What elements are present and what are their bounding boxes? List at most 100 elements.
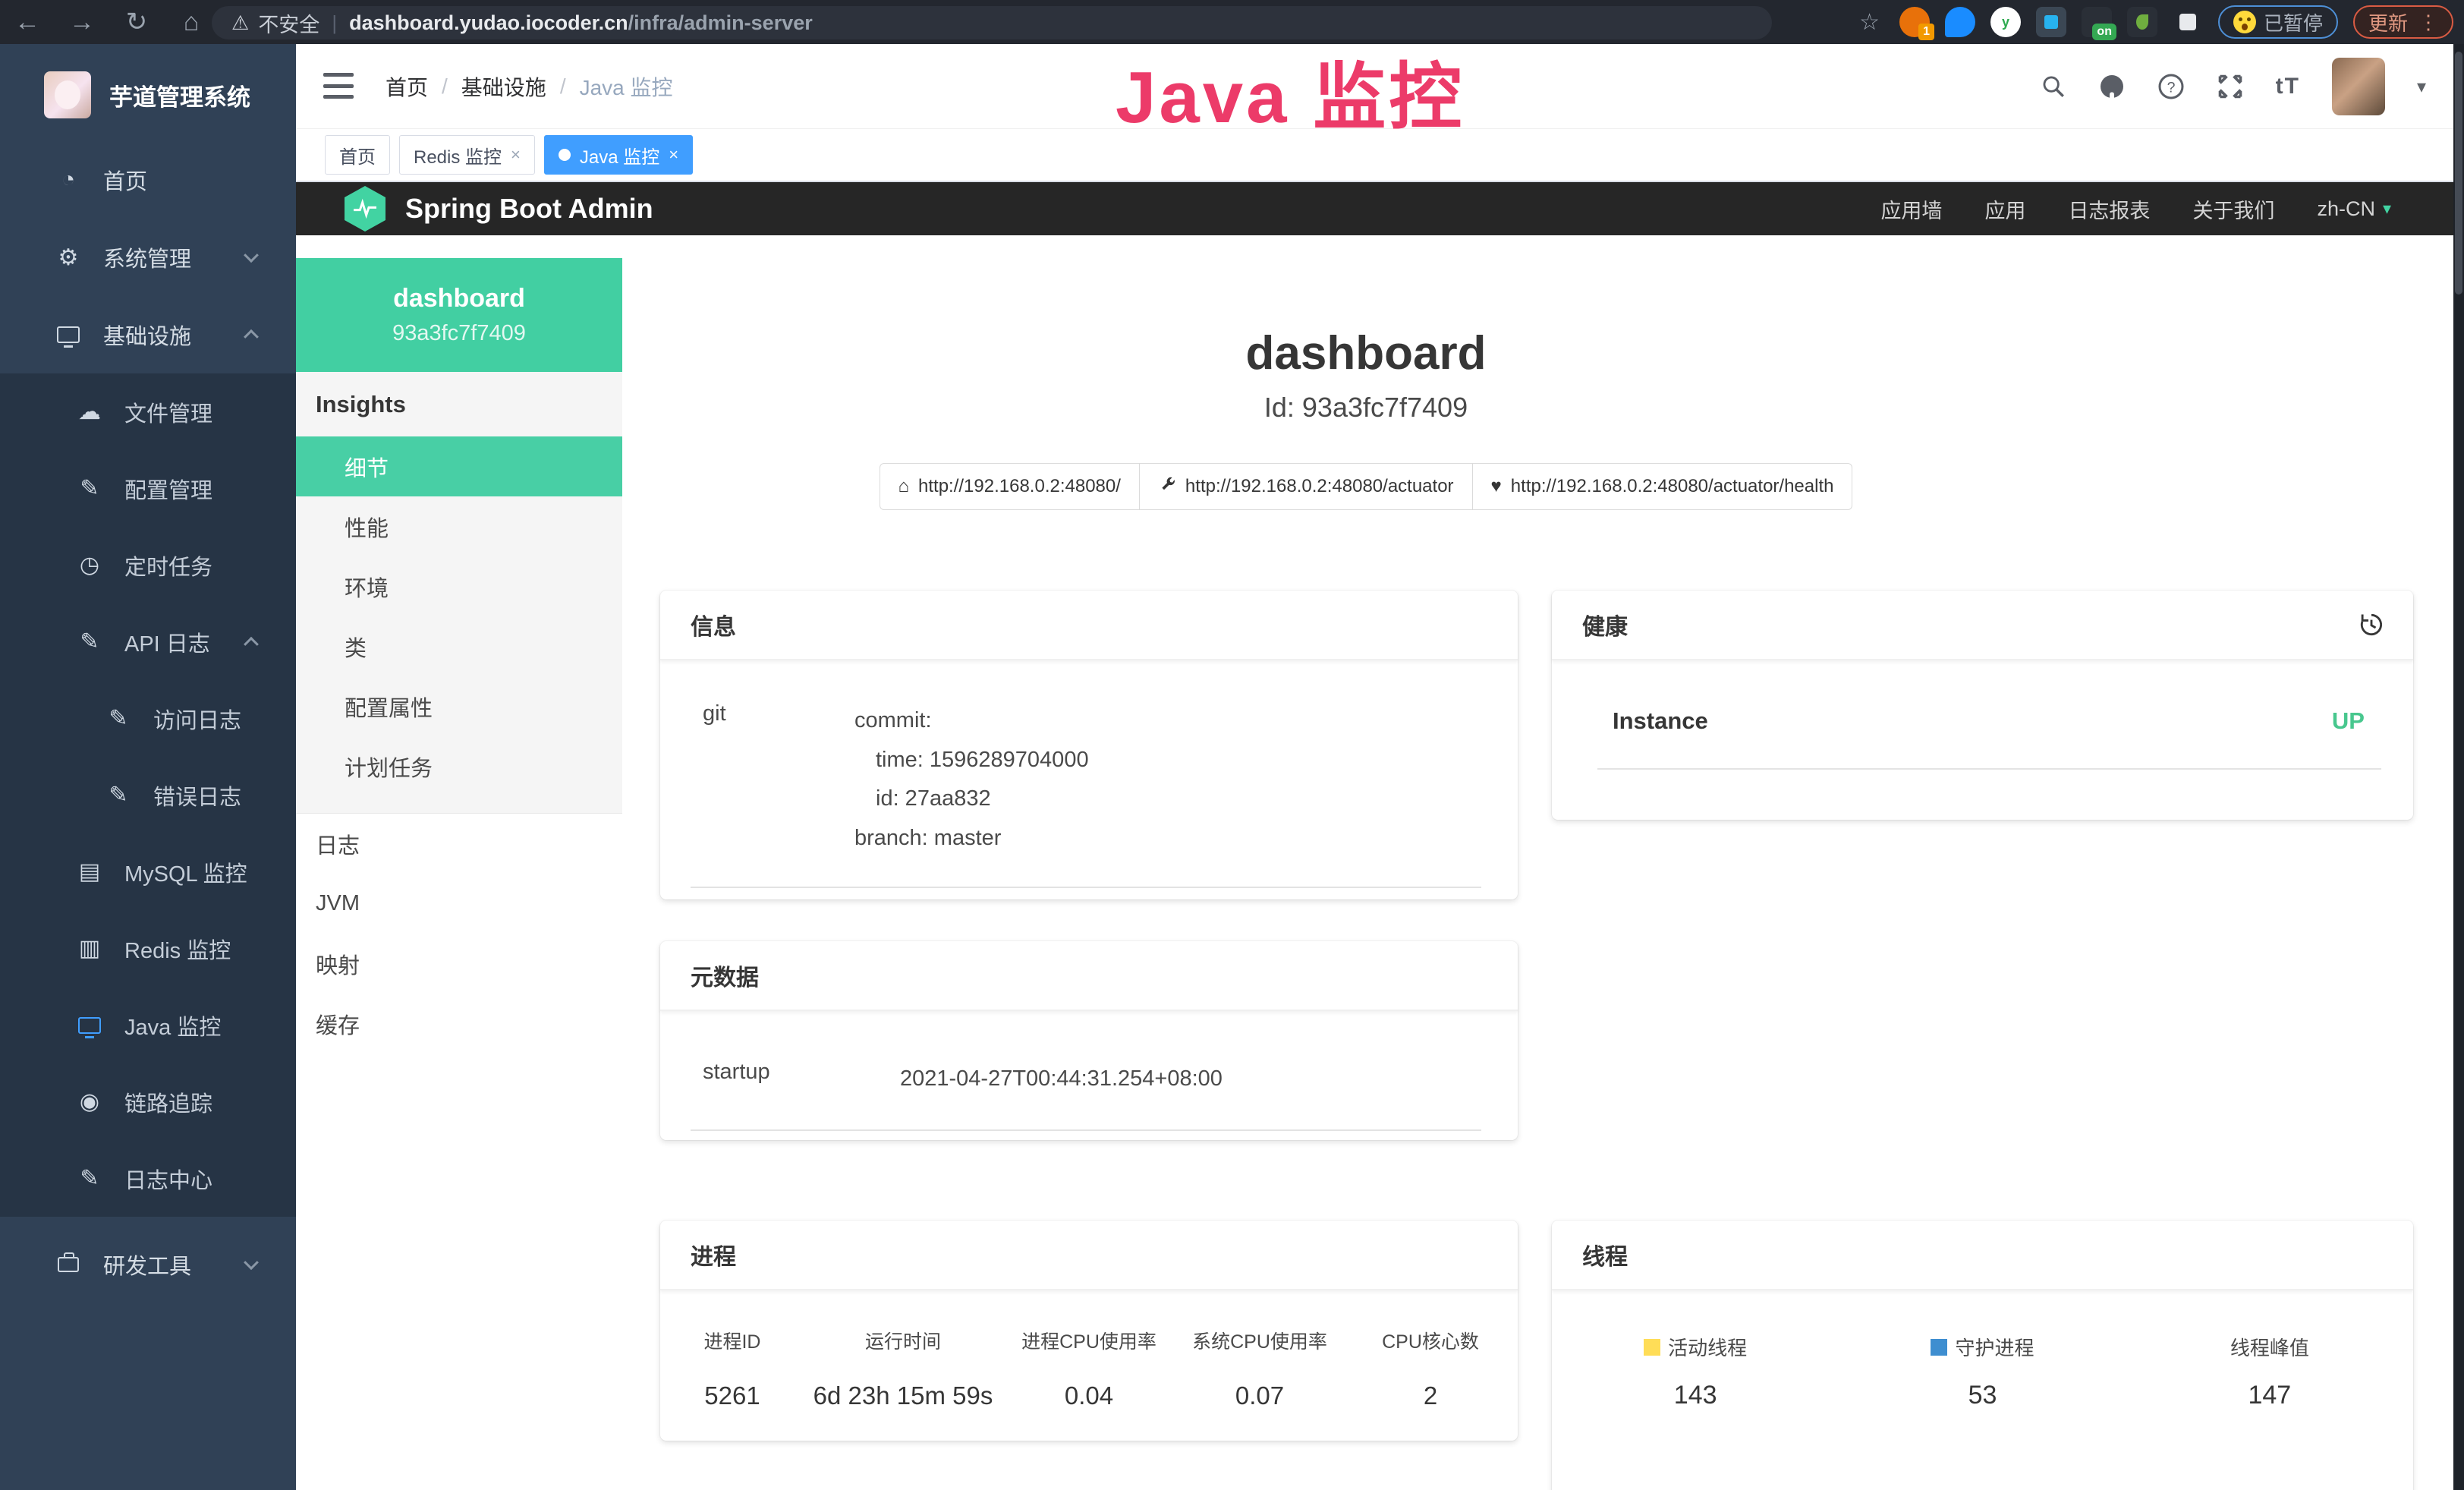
sidebar-item-home[interactable]: ◔ 首页 xyxy=(0,141,296,219)
sidebar-item-label: 链路追踪 xyxy=(124,1086,212,1118)
breadcrumb-home[interactable]: 首页 xyxy=(385,71,428,102)
browser-home-icon[interactable]: ⌂ xyxy=(164,8,219,37)
sba-logo-icon[interactable] xyxy=(345,186,385,232)
tab-redis-monitor[interactable]: Redis 监控 × xyxy=(399,135,535,175)
info-value: commit: time: 1596289704000 id: 27aa832 … xyxy=(854,701,1089,858)
extensions-puzzle-icon[interactable] xyxy=(2173,7,2203,37)
sba-menu-config-props[interactable]: 配置属性 xyxy=(296,676,622,736)
sidebar-item-java-monitor[interactable]: Java 监控 xyxy=(0,987,296,1063)
sidebar-item-files[interactable]: ☁ 文件管理 xyxy=(0,373,296,450)
sba-nav-applications[interactable]: 应用 xyxy=(1984,194,2025,224)
sba-menu-details[interactable]: 细节 xyxy=(296,436,622,496)
sba-menu-caches[interactable]: 缓存 xyxy=(296,994,622,1054)
legend-value: 147 xyxy=(2248,1381,2291,1410)
sidebar-item-infra[interactable]: 基础设施 xyxy=(0,296,296,373)
hamburger-icon[interactable] xyxy=(323,73,354,99)
user-avatar[interactable] xyxy=(2332,58,2385,115)
page-title: dashboard xyxy=(622,326,2110,380)
breadcrumb: 首页 / 基础设施 / Java 监控 xyxy=(385,44,673,129)
language-caret-icon: ▾ xyxy=(2383,199,2391,219)
eye-icon: ◉ xyxy=(76,1088,103,1115)
legend-square-active-threads xyxy=(1644,1339,1660,1356)
back-icon[interactable]: ← xyxy=(0,8,55,37)
address-bar[interactable]: ⚠ 不安全 | dashboard.yudao.iocoder.cn/infra… xyxy=(212,6,1772,39)
process-col-header: 进程CPU使用率 xyxy=(1002,1327,1176,1354)
search-icon[interactable] xyxy=(2041,74,2066,99)
forward-icon[interactable]: → xyxy=(55,8,109,37)
docs-help-icon[interactable]: ? xyxy=(2157,73,2185,100)
sidebar-item-tracing[interactable]: ◉ 链路追踪 xyxy=(0,1063,296,1140)
breadcrumb-infra[interactable]: 基础设施 xyxy=(461,71,546,102)
endpoint-url: http://192.168.0.2:48080/actuator/health xyxy=(1511,476,1834,497)
sba-nav-about[interactable]: 关于我们 xyxy=(2192,194,2274,224)
sba-brand[interactable]: Spring Boot Admin xyxy=(405,193,653,225)
chevron-down-icon xyxy=(244,247,259,263)
sidebar-item-redis[interactable]: ▥ Redis 监控 xyxy=(0,910,296,987)
tab-label: 首页 xyxy=(339,142,376,169)
chrome-update-button[interactable]: 更新 ⋮ xyxy=(2353,5,2453,39)
kebab-menu-icon[interactable]: ⋮ xyxy=(2418,11,2438,34)
endpoint-buttons: ⌂ http://192.168.0.2:48080/ http://192.1… xyxy=(622,463,2110,510)
sba-nav-journal[interactable]: 日志报表 xyxy=(2068,194,2150,224)
instance-id: 93a3fc7f7409 xyxy=(392,321,526,346)
sidebar-item-api-log[interactable]: ✎ API 日志 xyxy=(0,603,296,680)
divider xyxy=(691,887,1481,888)
sidebar-item-jobs[interactable]: ◷ 定时任务 xyxy=(0,527,296,603)
extension-grid-icon[interactable] xyxy=(2036,7,2066,37)
fullscreen-icon[interactable] xyxy=(2217,73,2244,100)
extension-on-icon[interactable]: on xyxy=(2082,7,2112,37)
scrollbar-thumb[interactable] xyxy=(2455,52,2462,295)
info-line: commit: xyxy=(854,701,1089,741)
extension-leaf-icon[interactable] xyxy=(2127,7,2157,37)
sba-nav-wallboard[interactable]: 应用墙 xyxy=(1880,194,1942,224)
url-path: /infra/admin-server xyxy=(628,11,813,35)
sba-menu-logs[interactable]: 日志 xyxy=(296,814,622,874)
sidebar-item-access-log[interactable]: ✎ 访问日志 xyxy=(0,680,296,757)
reload-icon[interactable]: ↻ xyxy=(109,7,164,37)
process-col-value: 0.07 xyxy=(1176,1381,1343,1410)
bookmark-star-icon[interactable]: ☆ xyxy=(1859,9,1880,36)
active-dot-icon xyxy=(559,149,571,161)
edit-icon: ✎ xyxy=(76,475,103,502)
sidebar-item-log-center[interactable]: ✎ 日志中心 xyxy=(0,1140,296,1217)
scrollbar[interactable] xyxy=(2453,44,2464,1490)
font-size-icon[interactable]: tT xyxy=(2276,74,2300,99)
breadcrumb-current: Java 监控 xyxy=(580,71,673,102)
database-icon: ▤ xyxy=(76,858,103,885)
tab-close-icon[interactable]: × xyxy=(511,145,521,165)
extension-pin-icon[interactable] xyxy=(1945,7,1975,37)
endpoint-home-button[interactable]: ⌂ http://192.168.0.2:48080/ xyxy=(880,463,1140,510)
tab-home[interactable]: 首页 xyxy=(325,135,390,175)
extension-y-icon[interactable]: y xyxy=(1990,7,2021,37)
svg-text:?: ? xyxy=(2167,80,2175,96)
sidebar-item-config[interactable]: ✎ 配置管理 xyxy=(0,450,296,527)
health-card: 健康 Instance UP xyxy=(1552,591,2413,820)
process-col-header: 运行时间 xyxy=(804,1327,1002,1354)
history-icon[interactable] xyxy=(2357,610,2386,645)
profile-paused-chip[interactable]: 已暂停 xyxy=(2218,5,2338,39)
sba-instance-header[interactable]: dashboard 93a3fc7f7409 xyxy=(296,258,622,372)
sidebar-item-mysql[interactable]: ▤ MySQL 监控 xyxy=(0,833,296,910)
github-icon[interactable] xyxy=(2098,73,2126,100)
sba-menu-mappings[interactable]: 映射 xyxy=(296,934,622,994)
sidebar-item-label: 研发工具 xyxy=(103,1249,191,1281)
sidebar-item-system[interactable]: ⚙ 系统管理 xyxy=(0,219,296,296)
sidebar-item-dev-tools[interactable]: 研发工具 xyxy=(0,1226,296,1303)
sba-main: dashboard Id: 93a3fc7f7409 ⌂ http://192.… xyxy=(622,235,2464,1490)
endpoint-health-button[interactable]: ♥ http://192.168.0.2:48080/actuator/heal… xyxy=(1473,463,1853,510)
tab-java-monitor[interactable]: Java 监控 × xyxy=(544,135,693,175)
sba-menu-environment[interactable]: 环境 xyxy=(296,556,622,616)
sba-navbar: Spring Boot Admin 应用墙 应用 日志报表 关于我们 zh-CN… xyxy=(296,182,2464,235)
sba-menu-scheduled-tasks[interactable]: 计划任务 xyxy=(296,736,622,796)
sba-menu-classes[interactable]: 类 xyxy=(296,616,622,676)
sba-language-select[interactable]: zh-CN ▾ xyxy=(2317,197,2391,221)
user-caret-icon[interactable]: ▾ xyxy=(2417,76,2426,98)
tab-close-icon[interactable]: × xyxy=(669,145,678,165)
extension-icon-1[interactable]: 1 xyxy=(1899,7,1930,37)
page-subtitle: Id: 93a3fc7f7409 xyxy=(622,392,2110,424)
sba-menu-metrics[interactable]: 性能 xyxy=(296,496,622,556)
sidebar-item-error-log[interactable]: ✎ 错误日志 xyxy=(0,757,296,833)
sidebar-item-label: 系统管理 xyxy=(103,241,191,273)
endpoint-actuator-button[interactable]: http://192.168.0.2:48080/actuator xyxy=(1140,463,1473,510)
sba-menu-jvm[interactable]: JVM xyxy=(296,874,622,934)
